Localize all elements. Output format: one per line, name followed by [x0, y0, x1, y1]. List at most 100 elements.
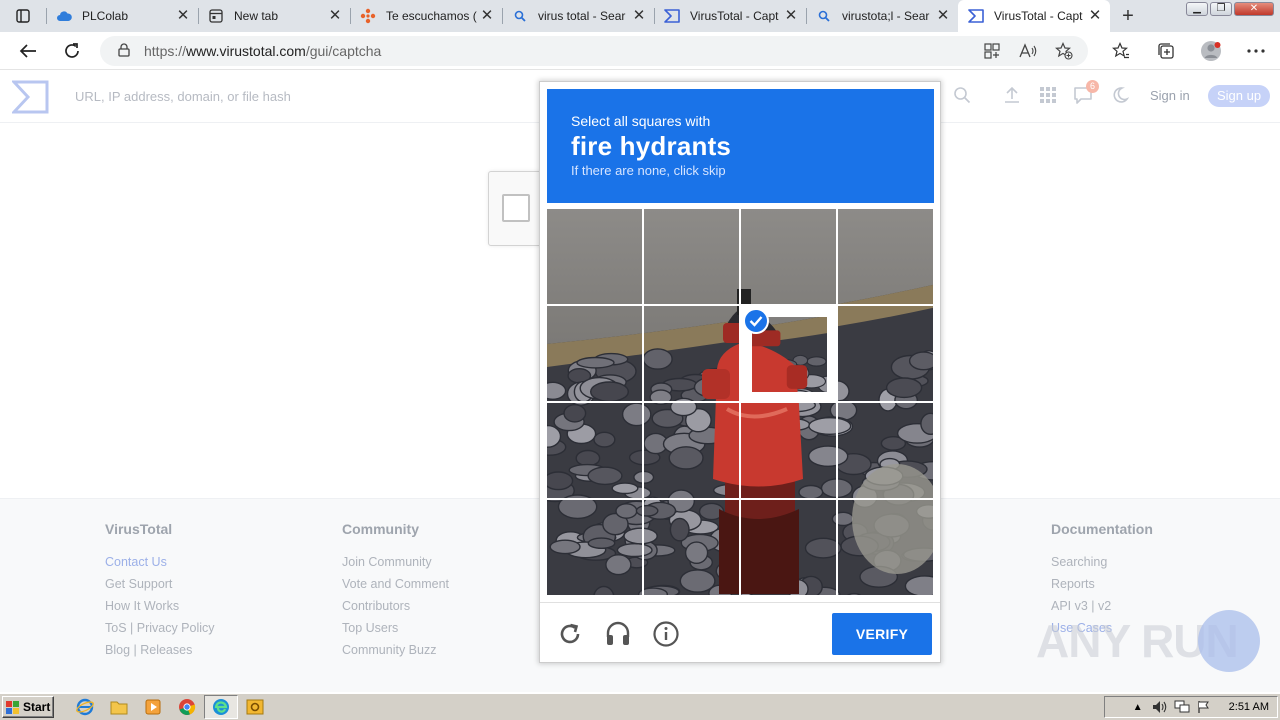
tab-virustotal-search[interactable]: virustota;l - Sear ✕: [806, 0, 958, 32]
app-available-icon[interactable]: [974, 43, 1010, 59]
image-tile-10[interactable]: [644, 403, 739, 498]
read-aloud-icon[interactable]: [1010, 43, 1046, 59]
apps-grid-icon[interactable]: [1030, 86, 1066, 104]
tab-te-escuchamos[interactable]: Te escuchamos ( ✕: [350, 0, 502, 32]
tile-image: [547, 403, 642, 498]
image-tile-14[interactable]: [644, 500, 739, 595]
address-bar[interactable]: https://www.virustotal.com/gui/captcha: [100, 36, 1088, 66]
footer-heading: Documentation: [1051, 521, 1153, 537]
recaptcha-checkbox[interactable]: [502, 194, 530, 222]
tab-plcolab[interactable]: PLColab ✕: [46, 0, 198, 32]
close-tab-icon[interactable]: ✕: [1088, 8, 1102, 23]
notifications-icon[interactable]: 6: [1066, 80, 1102, 105]
footer-link-tos-privacy[interactable]: ToS | Privacy Policy: [105, 617, 215, 639]
footer-link-reports[interactable]: Reports: [1051, 573, 1153, 595]
lock-icon[interactable]: [118, 42, 130, 60]
close-tab-icon[interactable]: ✕: [176, 8, 190, 23]
network-icon[interactable]: [1171, 700, 1193, 714]
tab-new-tab[interactable]: New tab ✕: [198, 0, 350, 32]
add-favorite-icon[interactable]: [1046, 42, 1082, 60]
image-tile-16[interactable]: [838, 500, 933, 595]
footer-link-blog-releases[interactable]: Blog | Releases: [105, 639, 215, 661]
reload-icon[interactable]: [557, 621, 583, 647]
image-tile-12[interactable]: [838, 403, 933, 498]
footer-link-searching[interactable]: Searching: [1051, 551, 1153, 573]
vt-search-input[interactable]: URL, IP address, domain, or file hash: [75, 89, 291, 104]
footer-link-community-buzz[interactable]: Community Buzz: [342, 639, 449, 661]
settings-more-icon[interactable]: [1233, 49, 1278, 53]
favorites-icon[interactable]: [1098, 42, 1143, 60]
close-tab-icon[interactable]: ✕: [480, 8, 494, 23]
edge-icon[interactable]: [204, 695, 238, 719]
image-tile-5[interactable]: [547, 306, 642, 401]
image-tile-6[interactable]: [644, 306, 739, 401]
close-tab-icon[interactable]: ✕: [784, 8, 798, 23]
back-arrow-icon[interactable]: [9, 35, 47, 67]
tile-image: [644, 209, 739, 304]
dark-mode-moon-icon[interactable]: [1102, 86, 1138, 104]
sign-in-link[interactable]: Sign in: [1150, 88, 1190, 103]
image-tile-9[interactable]: [547, 403, 642, 498]
volume-icon[interactable]: [1149, 700, 1171, 714]
minimize-button[interactable]: ▁: [1186, 2, 1208, 16]
verify-button[interactable]: VERIFY: [832, 613, 932, 655]
tab-virustotal-captcha-active[interactable]: VirusTotal - Capt ✕: [958, 0, 1110, 32]
media-player-icon[interactable]: [136, 695, 170, 719]
chrome-icon[interactable]: [170, 695, 204, 719]
taskbar-clock[interactable]: 2:51 AM: [1229, 701, 1269, 713]
search-icon[interactable]: [944, 86, 980, 104]
virustotal-logo-icon[interactable]: [10, 80, 50, 117]
close-tab-icon[interactable]: ✕: [936, 8, 950, 23]
feedback-icon: [360, 8, 376, 24]
tab-strip: PLColab ✕ New tab ✕ Te escuchamos ( ✕ vi…: [0, 0, 1280, 32]
footer-link-contact-us[interactable]: Contact Us: [105, 551, 215, 573]
collections-icon[interactable]: [1143, 42, 1188, 60]
info-icon[interactable]: [653, 621, 679, 647]
url-host: www.virustotal.com: [186, 43, 306, 59]
outlook-icon[interactable]: [238, 695, 272, 719]
footer-link-get-support[interactable]: Get Support: [105, 573, 215, 595]
tab-actions-menu-icon[interactable]: [0, 0, 46, 32]
file-explorer-icon[interactable]: [102, 695, 136, 719]
footer-link-contributors[interactable]: Contributors: [342, 595, 449, 617]
tile-image: [644, 306, 739, 401]
footer-link-vote-comment[interactable]: Vote and Comment: [342, 573, 449, 595]
show-hidden-icons-arrow-icon[interactable]: ▲: [1127, 702, 1149, 713]
image-tile-1[interactable]: [547, 209, 642, 304]
close-window-button[interactable]: ✕: [1234, 2, 1274, 16]
footer-link-how-it-works[interactable]: How It Works: [105, 595, 215, 617]
audio-headphones-icon[interactable]: [605, 621, 631, 647]
image-tile-8[interactable]: [838, 306, 933, 401]
tile-image: [547, 209, 642, 304]
footer-link-join-community[interactable]: Join Community: [342, 551, 449, 573]
challenge-footer: VERIFY: [540, 602, 940, 662]
tab-title: virustota;l - Sear: [842, 9, 930, 23]
refresh-icon[interactable]: [53, 35, 91, 67]
image-tile-11[interactable]: [741, 403, 836, 498]
sign-up-button[interactable]: Sign up: [1208, 85, 1270, 107]
close-tab-icon[interactable]: ✕: [632, 8, 646, 23]
footer-link-top-users[interactable]: Top Users: [342, 617, 449, 639]
start-button[interactable]: Start: [2, 696, 54, 718]
prompt-instruction: Select all squares with: [571, 113, 711, 129]
image-tile-7[interactable]: [741, 306, 836, 401]
new-tab-button[interactable]: +: [1110, 0, 1146, 32]
close-tab-icon[interactable]: ✕: [328, 8, 342, 23]
image-tile-13[interactable]: [547, 500, 642, 595]
upload-icon[interactable]: [994, 86, 1030, 104]
virustotal-icon: [968, 8, 984, 24]
internet-explorer-icon[interactable]: [68, 695, 102, 719]
tab-virus-total-search[interactable]: virus total - Sear ✕: [502, 0, 654, 32]
recaptcha-challenge: Select all squares with fire hydrants If…: [539, 81, 941, 663]
action-center-flag-icon[interactable]: [1193, 700, 1215, 714]
tab-virustotal-captcha-1[interactable]: VirusTotal - Capt ✕: [654, 0, 806, 32]
restore-button[interactable]: ❐: [1210, 2, 1232, 16]
image-tile-4[interactable]: [838, 209, 933, 304]
anyrun-watermark: ANY RUN: [1036, 606, 1266, 676]
profile-avatar[interactable]: [1188, 40, 1233, 62]
image-tile-3[interactable]: [741, 209, 836, 304]
tab-title: PLColab: [82, 9, 129, 23]
tile-image: [547, 306, 642, 401]
image-tile-2[interactable]: [644, 209, 739, 304]
image-tile-15[interactable]: [741, 500, 836, 595]
